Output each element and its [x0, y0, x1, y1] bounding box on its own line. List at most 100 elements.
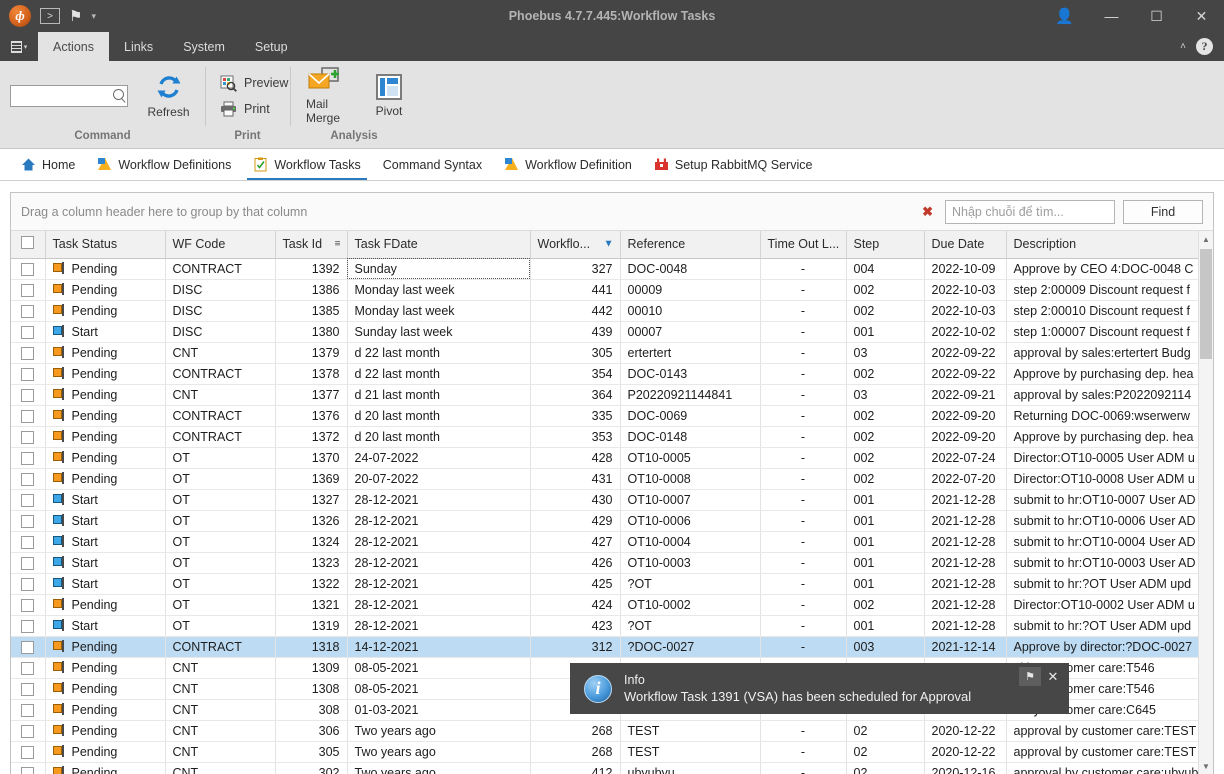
- menu-item-setup[interactable]: Setup: [240, 32, 303, 61]
- cell-reference[interactable]: 00009: [620, 279, 761, 301]
- cell-workflow[interactable]: 425: [530, 573, 621, 595]
- cell-workflow[interactable]: 268: [530, 741, 621, 763]
- close-icon[interactable]: ✕: [1043, 667, 1063, 686]
- cell-step[interactable]: 001: [846, 531, 925, 553]
- column-header-due_date[interactable]: Due Date: [924, 231, 1007, 259]
- cell-timeout[interactable]: -: [760, 636, 847, 658]
- cell-timeout[interactable]: -: [760, 531, 847, 553]
- cell-task_id[interactable]: 1318: [275, 636, 348, 658]
- cell-task_fdate[interactable]: 08-05-2021: [347, 657, 531, 679]
- cell-task_fdate[interactable]: Monday last week: [347, 279, 531, 301]
- row-checkbox-cell[interactable]: [11, 342, 46, 364]
- column-header-task_fdate[interactable]: Task FDate: [347, 231, 531, 259]
- select-all-checkbox[interactable]: [21, 236, 35, 250]
- cell-step[interactable]: 02: [846, 762, 925, 774]
- row-checkbox-cell[interactable]: [11, 552, 46, 574]
- cell-task-status[interactable]: Pending: [45, 699, 166, 721]
- row-checkbox-cell[interactable]: [11, 258, 46, 280]
- cell-wf_code[interactable]: CNT: [165, 720, 276, 742]
- cell-task_fdate[interactable]: 01-03-2021: [347, 699, 531, 721]
- cell-wf_code[interactable]: OT: [165, 510, 276, 532]
- cell-description[interactable]: step 1:00007 Discount request f: [1006, 321, 1213, 343]
- cell-wf_code[interactable]: OT: [165, 447, 276, 469]
- cell-timeout[interactable]: -: [760, 300, 847, 322]
- row-checkbox-cell[interactable]: [11, 321, 46, 343]
- cell-task-status[interactable]: Pending: [45, 762, 166, 774]
- table-row[interactable]: Pending CONTRACT 1378 d 22 last month 354 DOC…: [11, 363, 1213, 385]
- cell-wf_code[interactable]: OT: [165, 594, 276, 616]
- cell-task-status[interactable]: Pending: [45, 636, 166, 658]
- cell-description[interactable]: approval by sales:ertertert Budg: [1006, 342, 1213, 364]
- cell-task_fdate[interactable]: 28-12-2021: [347, 489, 531, 511]
- cell-workflow[interactable]: 431: [530, 468, 621, 490]
- cell-task_id[interactable]: 1319: [275, 615, 348, 637]
- cell-due_date[interactable]: 2022-10-02: [924, 321, 1007, 343]
- table-row[interactable]: Pending OT 1369 20-07-2022 431 OT10-0008-002 2…: [11, 468, 1213, 490]
- cell-step[interactable]: 002: [846, 426, 925, 448]
- cell-task_fdate[interactable]: d 21 last month: [347, 384, 531, 406]
- table-row[interactable]: Pending DISC 1385 Monday last week 442 00010-…: [11, 300, 1213, 322]
- menu-item-links[interactable]: Links: [109, 32, 168, 61]
- cell-task_id[interactable]: 1386: [275, 279, 348, 301]
- cell-description[interactable]: Director:OT10-0005 User ADM u: [1006, 447, 1213, 469]
- cell-description[interactable]: Approve by director:?DOC-0027: [1006, 636, 1213, 658]
- cell-due_date[interactable]: 2020-12-22: [924, 741, 1007, 763]
- row-checkbox-cell[interactable]: [11, 300, 46, 322]
- column-header-step[interactable]: Step: [846, 231, 925, 259]
- table-row[interactable]: Start OT 1327 28-12-2021 430 OT10-0007-001 202…: [11, 489, 1213, 511]
- cell-workflow[interactable]: 427: [530, 531, 621, 553]
- table-row[interactable]: Pending CNT 302 Two years ago 412 ubyubyu -02 2…: [11, 762, 1213, 774]
- table-row[interactable]: Start OT 1323 28-12-2021 426 OT10-0003-001 202…: [11, 552, 1213, 574]
- cell-reference[interactable]: 00007: [620, 321, 761, 343]
- cell-timeout[interactable]: -: [760, 384, 847, 406]
- cell-reference[interactable]: OT10-0005: [620, 447, 761, 469]
- cell-task_id[interactable]: 1309: [275, 657, 348, 679]
- cell-due_date[interactable]: 2021-12-28: [924, 615, 1007, 637]
- scroll-up-icon[interactable]: ▲: [1199, 231, 1213, 247]
- cell-timeout[interactable]: -: [760, 279, 847, 301]
- column-header-status[interactable]: Task Status: [45, 231, 166, 259]
- table-row[interactable]: Pending DISC 1386 Monday last week 441 00009-…: [11, 279, 1213, 301]
- cell-task-status[interactable]: Start: [45, 573, 166, 595]
- cell-wf_code[interactable]: CONTRACT: [165, 258, 276, 280]
- row-checkbox-cell[interactable]: [11, 279, 46, 301]
- cell-task_id[interactable]: 1321: [275, 594, 348, 616]
- row-checkbox[interactable]: [21, 682, 35, 696]
- column-header-description[interactable]: Description: [1006, 231, 1213, 259]
- row-checkbox-cell[interactable]: [11, 447, 46, 469]
- cell-timeout[interactable]: -: [760, 573, 847, 595]
- ribbon-search-input[interactable]: [10, 84, 128, 107]
- row-checkbox-cell[interactable]: [11, 384, 46, 406]
- cell-reference[interactable]: DOC-0069: [620, 405, 761, 427]
- cell-wf_code[interactable]: CNT: [165, 657, 276, 679]
- cell-timeout[interactable]: -: [760, 720, 847, 742]
- cell-description[interactable]: approval by customer care:TEST: [1006, 741, 1213, 763]
- cell-wf_code[interactable]: CNT: [165, 699, 276, 721]
- row-checkbox-cell[interactable]: [11, 678, 46, 700]
- cell-due_date[interactable]: 2022-10-09: [924, 258, 1007, 280]
- cell-task_fdate[interactable]: 28-12-2021: [347, 594, 531, 616]
- cell-step[interactable]: 001: [846, 321, 925, 343]
- row-checkbox[interactable]: [21, 304, 35, 318]
- row-checkbox-cell[interactable]: [11, 405, 46, 427]
- cell-description[interactable]: Returning DOC-0069:wserwerw: [1006, 405, 1213, 427]
- cell-workflow[interactable]: 430: [530, 489, 621, 511]
- cell-wf_code[interactable]: OT: [165, 573, 276, 595]
- find-input[interactable]: [945, 199, 1115, 224]
- cell-workflow[interactable]: 424: [530, 594, 621, 616]
- cell-task_fdate[interactable]: d 22 last month: [347, 342, 531, 364]
- cell-reference[interactable]: P20220921144841: [620, 384, 761, 406]
- cell-timeout[interactable]: -: [760, 762, 847, 774]
- cell-task-status[interactable]: Pending: [45, 300, 166, 322]
- cell-task-status[interactable]: Start: [45, 510, 166, 532]
- cell-step[interactable]: 002: [846, 279, 925, 301]
- cell-task_fdate[interactable]: Sunday: [347, 258, 531, 280]
- cell-due_date[interactable]: 2020-12-16: [924, 762, 1007, 774]
- cell-task-status[interactable]: Pending: [45, 279, 166, 301]
- table-row[interactable]: Pending CNT 305 Two years ago 268 TEST -02 2020…: [11, 741, 1213, 763]
- menu-item-system[interactable]: System: [168, 32, 240, 61]
- cell-wf_code[interactable]: DISC: [165, 279, 276, 301]
- console-icon[interactable]: >: [40, 8, 60, 24]
- row-checkbox-cell[interactable]: [11, 363, 46, 385]
- cell-timeout[interactable]: -: [760, 363, 847, 385]
